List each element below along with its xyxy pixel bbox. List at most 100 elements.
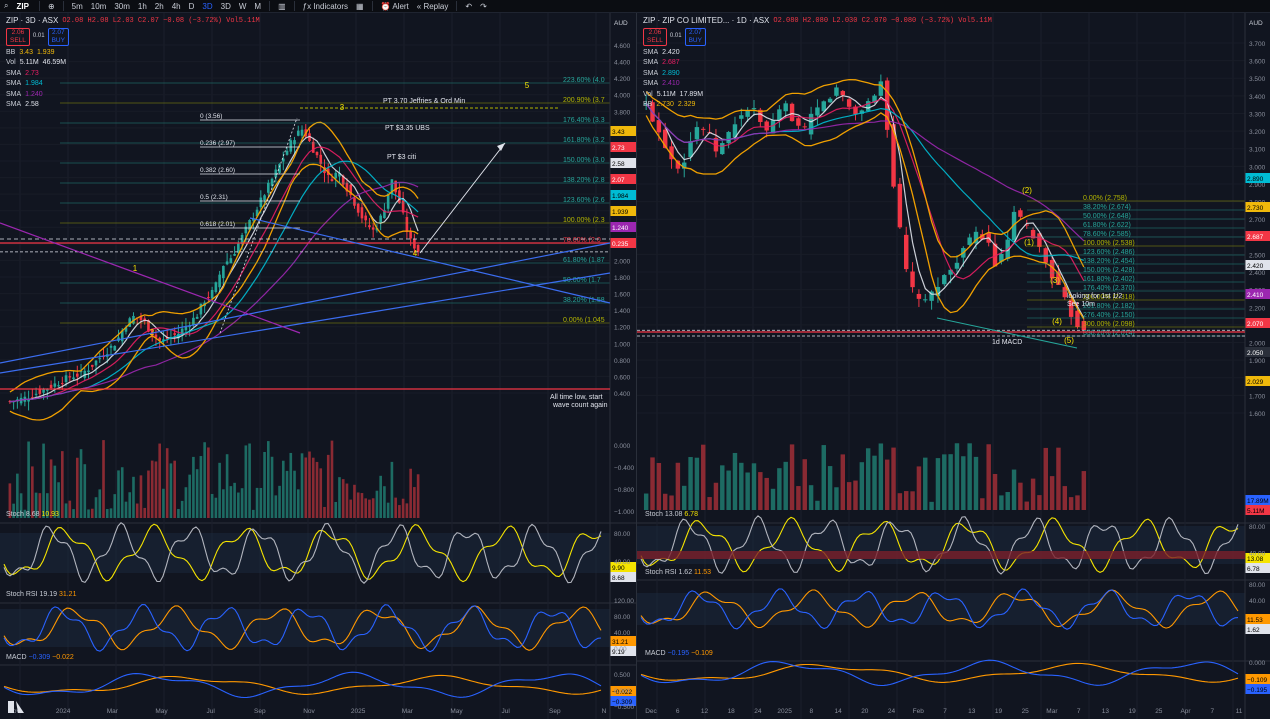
interval-4h-button[interactable]: 4h [168,2,185,11]
symbol-title[interactable]: ZIP · ZIP CO LIMITED... · 1D · ASX [643,16,769,27]
interval-d-button[interactable]: D [185,2,199,11]
price-tick-label: 1.200 [614,325,631,332]
volume-bar [916,466,922,510]
price-tick-label: 3.700 [1249,41,1266,48]
indicator-row-sma[interactable]: SMA 2.73 [6,69,260,80]
indicator-row-vol[interactable]: Vol 5.11M 17.89M [643,90,992,101]
volume-bar [229,486,233,518]
search-icon[interactable]: ⌕ [0,1,12,11]
indicator-row-sma[interactable]: SMA 1.240 [6,90,260,101]
volume-bar [688,457,693,510]
volume-bar [225,454,229,518]
symbol-search[interactable]: ZIP [12,2,34,11]
chart-pane-3d[interactable]: 4.6004.4004.2004.0003.8003.6003.4003.200… [0,13,636,719]
interval-3d-button[interactable]: 3D [217,2,235,11]
indicator-row-sma[interactable]: SMA 2.687 [643,58,992,69]
time-tick-label: 24 [888,708,896,715]
fib-level-label: 161.80% (3.2 [563,137,605,144]
indicator-value: 5.11M [656,90,676,98]
indicator-name: BB [6,48,16,56]
interval-m-button[interactable]: M [250,2,265,11]
fib-level-label: 161.80% (2.402) [1083,276,1135,283]
replay-button[interactable]: « Replay [413,2,453,11]
fib-level-label: 223.60% (4.0 [563,77,605,84]
stochrsi-axis-label: 40.00 [614,630,631,637]
candle-body [368,225,371,228]
volume-bar [289,452,293,518]
volume-bar [751,463,757,510]
indicator-row-sma[interactable]: SMA 2.58 [6,100,260,111]
volume-bar [338,477,341,518]
indicator-row-sma[interactable]: SMA 2.410 [643,79,992,90]
time-tick-label: 14 [834,708,842,715]
time-tick-label: Sep [254,708,266,715]
interval-w-button[interactable]: W [235,2,251,11]
price-axis-tag: 2.420 [1247,263,1264,270]
stochrsi-legend: Stoch RSI 19.19 31.21 [6,591,76,598]
indicator-row-bb[interactable]: BB 3.43 1.939 [6,48,260,59]
sell-button[interactable]: 2.06 SELL [643,27,667,46]
interval-30m-button[interactable]: 30m [110,2,134,11]
time-tick-label: 19 [995,708,1003,715]
candle-body [802,126,807,128]
volume-bar [98,489,102,518]
indicators-button[interactable]: ƒx Indicators [299,2,352,11]
volume-bar [248,443,251,518]
indicator-row-bb[interactable]: BB 2.730 2.329 [643,100,992,111]
add-symbol-icon[interactable]: ⊕ [44,2,59,11]
indicator-row-vol[interactable]: Vol 5.11M 46.59M [6,58,260,69]
price-tick-label: 3.200 [1249,129,1266,136]
interval-10m-button[interactable]: 10m [87,2,111,11]
indicator-list: SMA 2.420 SMA 2.687 SMA 2.890 SMA 2.410 Vol 5.11M… [643,48,992,111]
buy-price: 2.07 [51,28,65,36]
stoch-tag: 9.90 [612,565,625,572]
time-tick-label: 2025 [777,708,792,715]
volume-axis-label: −1.000 [614,509,634,516]
price-axis-tag: 1.939 [612,209,629,216]
toolbar-divider [62,1,64,11]
interval-5m-button[interactable]: 5m [68,2,87,11]
volume-bar [240,488,244,518]
redo-icon[interactable]: ↷ [476,2,491,11]
alert-button[interactable]: ⏰ Alert [377,2,413,11]
volume-bar [859,462,865,510]
chart-canvas-3d[interactable]: 4.6004.4004.2004.0003.8003.6003.4003.200… [0,13,636,719]
price-tick-label: 0.800 [614,358,631,365]
chart-pane-1d[interactable]: 3.700 3.600 3.500 3.400 3.300 3.200 3.100 3.000… [637,13,1270,719]
buy-button[interactable]: 2.07 BUY [684,27,706,46]
sell-button[interactable]: 2.06 SELL [6,27,30,46]
fib-level-label: 150.00% (3.0 [563,157,605,164]
chart-canvas-1d[interactable]: 3.700 3.600 3.500 3.400 3.300 3.200 3.100 3.000… [637,13,1270,719]
volume-bar [139,475,143,518]
stochrsi-k: 19.19 [39,591,57,598]
candle-body [808,113,814,135]
interval-1h-button[interactable]: 1h [134,2,151,11]
candle-type-icon[interactable]: ▥ [274,2,290,11]
candle-body [910,271,915,288]
indicator-row-sma[interactable]: SMA 1.984 [6,79,260,90]
price-axis-tag: 2.029 [1247,379,1264,386]
volume-bar [165,448,169,518]
price-tick-label: 3.100 [1249,147,1266,154]
candle-body [49,384,53,389]
indicator-value: 2.890 [662,69,680,77]
undo-icon[interactable]: ↶ [461,2,476,11]
indicator-row-sma[interactable]: SMA 2.420 [643,48,992,59]
interval-3d-button[interactable]: 3D [198,2,216,11]
stoch-oversold-band [637,551,1245,559]
buy-button[interactable]: 2.07 BUY [47,27,69,46]
time-tick-label: 25 [1022,708,1030,715]
interval-2h-button[interactable]: 2h [151,2,168,11]
indicator-row-sma[interactable]: SMA 2.890 [643,69,992,80]
volume-bar [68,500,72,518]
time-tick-label: 19 [1128,708,1136,715]
symbol-title[interactable]: ZIP · 3D · ASX [6,16,58,27]
volume-bar [150,460,154,518]
templates-icon[interactable]: ▦ [352,2,368,11]
volume-bar [1062,486,1068,510]
price-tick-label: 2.000 [1249,341,1266,348]
time-tick-label: Mar [107,708,119,715]
ohlc-readout: O2.08 H2.08 L2.03 C2.07 −0.08 (−3.72%) V… [62,17,260,25]
candle-body [923,299,928,301]
volume-bar [1081,471,1087,510]
